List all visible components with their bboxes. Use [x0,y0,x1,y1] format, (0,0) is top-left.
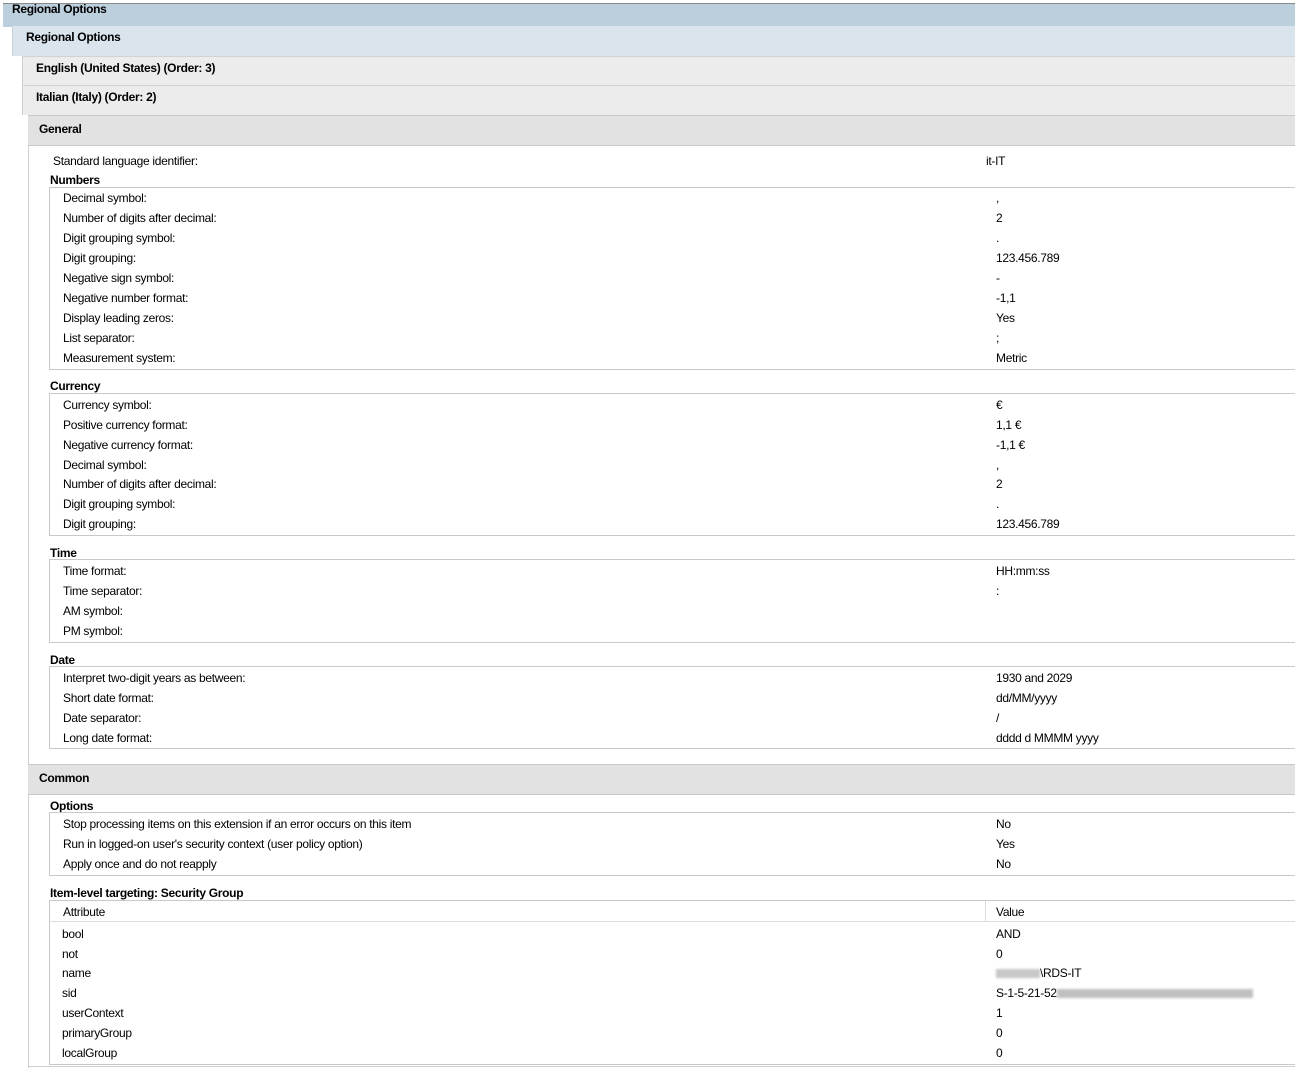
time-row-label: PM symbol: [63,624,123,638]
header-label: Common [39,771,90,785]
numbers-row-value: - [996,271,1000,285]
section-border [28,115,29,1068]
column-separator[interactable] [985,901,986,921]
options-row-value: No [996,857,1011,871]
numbers-row-value: , [996,191,1000,205]
ilt-column-attribute[interactable]: Attribute [63,905,105,919]
currency-row-label: Digit grouping symbol: [63,497,176,511]
date-row-label: Interpret two-digit years as between: [63,671,246,685]
bottom-border [28,1066,1295,1067]
ilt-name-value: \RDS-IT [996,966,1082,980]
numbers-row-label: Display leading zeros: [63,311,174,325]
header-english-us[interactable]: English (United States) (Order: 3) [22,56,1295,86]
std-lang-label: Standard language identifier: [53,154,198,168]
header-label: Regional Options [12,2,107,16]
numbers-row-label: Digit grouping symbol: [63,231,176,245]
numbers-row-value: ; [996,331,1000,345]
date-row-label: Long date format: [63,731,152,745]
numbers-row-label: Decimal symbol: [63,191,147,205]
numbers-row-label: Negative sign symbol: [63,271,175,285]
numbers-row-value: -1,1 [996,291,1016,305]
numbers-row-label: Digit grouping: [63,251,136,265]
ilt-row-value: 0 [996,1046,1003,1060]
ilt-row-value: 0 [996,1026,1003,1040]
section-date-title: Date [50,653,75,667]
numbers-row-label: Negative number format: [63,291,189,305]
section-ilt-title: Item-level targeting: Security Group [50,886,244,900]
currency-row-value: -1,1 € [996,438,1025,452]
currency-row-value: 1,1 € [996,418,1022,432]
ilt-sid-value: S-1-5-21-52 [996,986,1253,1000]
time-row-value: HH:mm:ss [996,564,1050,578]
ilt-column-value[interactable]: Value [996,905,1025,919]
section-options-title: Options [50,799,94,813]
ilt-row-label: name [62,966,91,980]
ilt-row-value: 0 [996,947,1003,961]
ilt-table [49,900,1295,1065]
ilt-row-label: not [62,947,78,961]
numbers-row-value: 123.456.789 [996,251,1060,265]
numbers-row-label: List separator: [63,331,135,345]
currency-row-value: . [996,497,1000,511]
currency-row-value: € [996,398,1003,412]
currency-row-label: Positive currency format: [63,418,188,432]
numbers-table [49,187,1295,370]
header-general[interactable]: General [28,115,1295,146]
date-row-value: dddd d MMMM yyyy [996,731,1099,745]
time-row-label: AM symbol: [63,604,123,618]
options-row-value: Yes [996,837,1015,851]
currency-row-label: Currency symbol: [63,398,152,412]
redacted-sid [1056,989,1253,999]
numbers-row-value: 2 [996,211,1003,225]
time-row-label: Time separator: [63,584,143,598]
redacted-domain [996,969,1040,979]
header-italian-italy[interactable]: Italian (Italy) (Order: 2) [22,85,1295,115]
header-label: Regional Options [26,30,121,44]
ilt-row-value: 1 [996,1006,1003,1020]
options-row-label: Run in logged-on user's security context… [63,837,363,851]
header-common[interactable]: Common [28,764,1295,795]
ilt-row-label: userContext [62,1006,124,1020]
time-row-label: Time format: [63,564,127,578]
ilt-row-label: primaryGroup [62,1026,132,1040]
numbers-row-label: Number of digits after decimal: [63,211,217,225]
numbers-row-value: . [996,231,1000,245]
date-row-label: Short date format: [63,691,154,705]
ilt-table-header [50,901,1295,922]
currency-row-value: 2 [996,477,1003,491]
currency-row-value: , [996,458,1000,472]
ilt-row-label: bool [62,927,84,941]
header-regional-options[interactable]: Regional Options [12,26,1295,56]
currency-row-value: 123.456.789 [996,517,1060,531]
options-row-value: No [996,817,1011,831]
date-row-label: Date separator: [63,711,142,725]
currency-table [49,393,1295,536]
ilt-row-label: localGroup [62,1046,118,1060]
ilt-row-label: sid [62,986,77,1000]
date-row-value: 1930 and 2029 [996,671,1073,685]
numbers-row-value: Metric [996,351,1027,365]
currency-row-label: Digit grouping: [63,517,136,531]
currency-row-label: Number of digits after decimal: [63,477,217,491]
time-row-value: : [996,584,1000,598]
std-lang-value: it-IT [986,154,1006,168]
header-label: General [39,122,82,136]
ilt-row-value: AND [996,927,1021,941]
currency-row-label: Decimal symbol: [63,458,147,472]
header-label: English (United States) (Order: 3) [36,61,216,75]
time-table [49,559,1295,643]
header-label: Italian (Italy) (Order: 2) [36,90,157,104]
numbers-row-value: Yes [996,311,1015,325]
section-numbers-title: Numbers [50,173,100,187]
header-regional-options-root[interactable]: Regional Options [3,2,1295,27]
options-row-label: Stop processing items on this extension … [63,817,412,831]
numbers-row-label: Measurement system: [63,351,176,365]
date-row-value: / [996,711,1000,725]
date-row-value: dd/MM/yyyy [996,691,1058,705]
section-currency-title: Currency [50,379,101,393]
options-row-label: Apply once and do not reapply [63,857,217,871]
currency-row-label: Negative currency format: [63,438,193,452]
section-time-title: Time [50,546,77,560]
